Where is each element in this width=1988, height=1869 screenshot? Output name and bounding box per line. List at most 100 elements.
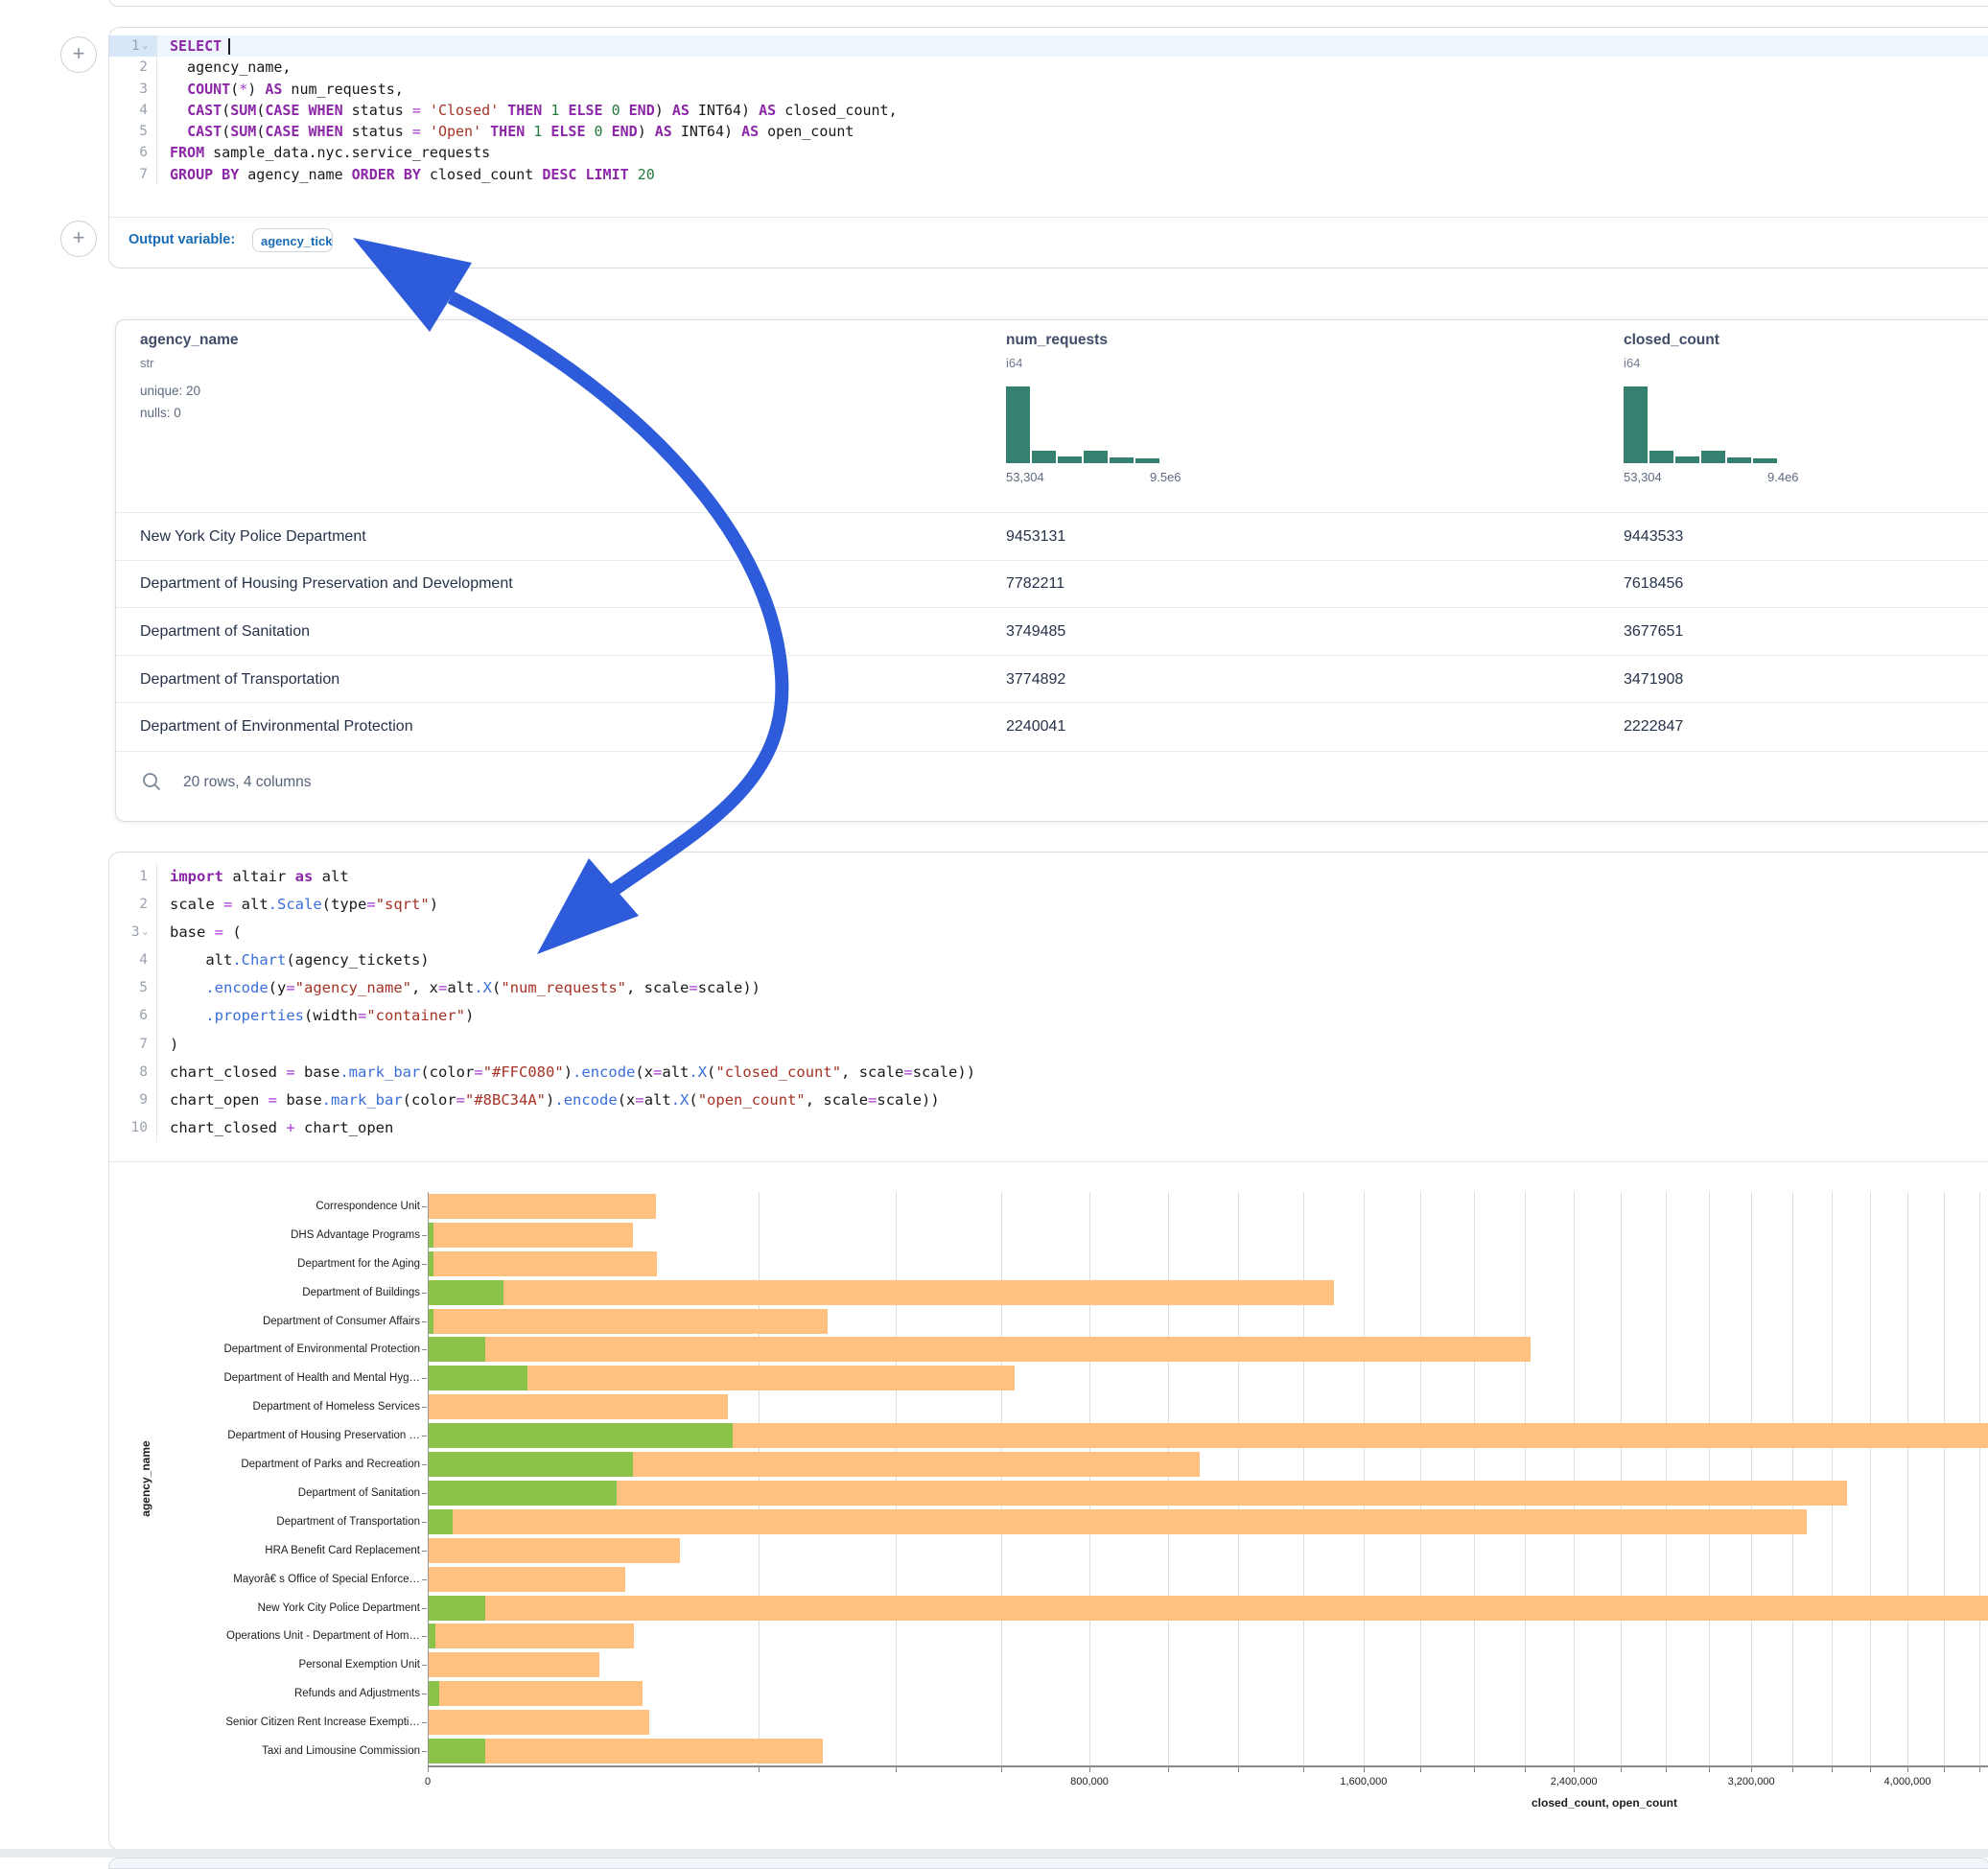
y-axis-label: Department of Housing Preservation … <box>227 1430 420 1441</box>
y-tick <box>422 1378 427 1379</box>
x-tick <box>1364 1767 1365 1772</box>
y-axis-label: Department of Buildings <box>302 1287 420 1298</box>
y-tick <box>422 1349 427 1350</box>
x-axis-label: 0 <box>425 1776 431 1787</box>
x-tick <box>1792 1767 1793 1772</box>
x-tick <box>1751 1767 1752 1772</box>
x-tick <box>1944 1767 1945 1772</box>
bar-open-count[interactable] <box>428 1366 527 1390</box>
bar-open-count[interactable] <box>428 1624 435 1648</box>
bar-open-count[interactable] <box>428 1280 503 1305</box>
x-tick <box>1709 1767 1710 1772</box>
bar-closed-count[interactable] <box>428 1309 828 1334</box>
bar-closed-count[interactable] <box>428 1337 1531 1362</box>
gridline <box>1364 1192 1365 1765</box>
bar-closed-count[interactable] <box>428 1652 599 1677</box>
x-tick <box>1621 1767 1622 1772</box>
bar-closed-count[interactable] <box>428 1596 1988 1621</box>
x-tick <box>1574 1767 1575 1772</box>
gridline <box>1168 1192 1169 1765</box>
gridline <box>759 1192 760 1765</box>
y-axis-label: Department of Transportation <box>276 1516 420 1528</box>
y-axis-label: Correspondence Unit <box>316 1201 420 1212</box>
x-tick <box>1979 1767 1980 1772</box>
notebook-page: { "sql_cell": { "add_button_label": "+",… <box>0 0 1988 1864</box>
y-tick <box>422 1751 427 1752</box>
bar-closed-count[interactable] <box>428 1481 1847 1506</box>
bar-closed-count[interactable] <box>428 1509 1807 1534</box>
bar-open-count[interactable] <box>428 1681 439 1706</box>
bar-closed-count[interactable] <box>428 1280 1334 1305</box>
gridline <box>1832 1192 1833 1765</box>
x-axis-label: 800,000 <box>1070 1776 1109 1787</box>
x-tick <box>896 1767 897 1772</box>
y-tick <box>422 1293 427 1294</box>
gridline <box>896 1192 897 1765</box>
x-tick <box>1870 1767 1871 1772</box>
bar-closed-count[interactable] <box>428 1739 823 1764</box>
y-axis-label: Senior Citizen Rent Increase Exempti… <box>225 1717 420 1728</box>
x-axis-domain <box>428 1765 1988 1767</box>
x-tick <box>1238 1767 1239 1772</box>
y-tick <box>422 1321 427 1322</box>
bar-closed-count[interactable] <box>428 1681 643 1706</box>
gridline <box>1979 1192 1980 1765</box>
gridline <box>1870 1192 1871 1765</box>
bar-closed-count[interactable] <box>428 1710 649 1735</box>
x-tick <box>1832 1767 1833 1772</box>
y-axis-label: Operations Unit - Department of Hom… <box>226 1630 420 1642</box>
gridline <box>1420 1192 1421 1765</box>
altair-bar-chart: agency_name closed_count, open_count Cor… <box>0 0 1988 1864</box>
y-tick <box>422 1608 427 1609</box>
bar-open-count[interactable] <box>428 1509 453 1534</box>
y-tick <box>422 1264 427 1265</box>
gridline <box>1621 1192 1622 1765</box>
y-axis-label: HRA Benefit Card Replacement <box>265 1545 420 1556</box>
y-tick <box>422 1522 427 1523</box>
bar-closed-count[interactable] <box>428 1624 634 1648</box>
bar-closed-count[interactable] <box>428 1223 633 1248</box>
y-axis-label: Taxi and Limousine Commission <box>262 1745 420 1757</box>
y-axis-label: Refunds and Adjustments <box>294 1688 420 1699</box>
bar-open-count[interactable] <box>428 1337 485 1362</box>
bar-open-count[interactable] <box>428 1452 633 1477</box>
y-tick <box>422 1493 427 1494</box>
y-tick <box>422 1235 427 1236</box>
bar-open-count[interactable] <box>428 1481 617 1506</box>
x-tick <box>1474 1767 1475 1772</box>
x-tick <box>1525 1767 1526 1772</box>
y-tick <box>422 1436 427 1437</box>
bar-open-count[interactable] <box>428 1596 485 1621</box>
x-tick <box>759 1767 760 1772</box>
x-axis-label: 4,000,000 <box>1884 1776 1931 1787</box>
gridline <box>1944 1192 1945 1765</box>
x-tick <box>1420 1767 1421 1772</box>
gridline <box>1666 1192 1667 1765</box>
y-tick <box>422 1464 427 1465</box>
y-axis-label: Department of Homeless Services <box>253 1401 420 1413</box>
y-axis-label: Personal Exemption Unit <box>298 1659 420 1670</box>
gridline <box>1238 1192 1239 1765</box>
gridline <box>1474 1192 1475 1765</box>
gridline <box>1751 1192 1752 1765</box>
gridline <box>1089 1192 1090 1765</box>
y-axis-title: agency_name <box>139 1440 152 1516</box>
bar-open-count[interactable] <box>428 1423 733 1448</box>
y-tick <box>422 1407 427 1408</box>
y-axis-domain <box>428 1192 429 1765</box>
y-axis-label: New York City Police Department <box>258 1602 420 1614</box>
bar-closed-count[interactable] <box>428 1567 625 1592</box>
y-axis-label: Department of Environmental Protection <box>223 1343 420 1355</box>
y-axis-label: Department of Sanitation <box>298 1487 420 1499</box>
bar-open-count[interactable] <box>428 1739 485 1764</box>
bar-closed-count[interactable] <box>428 1251 657 1276</box>
y-tick <box>422 1636 427 1637</box>
x-tick <box>1303 1767 1304 1772</box>
gridline <box>1574 1192 1575 1765</box>
y-tick <box>422 1206 427 1207</box>
bar-closed-count[interactable] <box>428 1194 656 1219</box>
bar-closed-count[interactable] <box>428 1538 680 1563</box>
bar-closed-count[interactable] <box>428 1394 728 1419</box>
y-tick <box>422 1665 427 1666</box>
x-axis-label: 2,400,000 <box>1551 1776 1598 1787</box>
